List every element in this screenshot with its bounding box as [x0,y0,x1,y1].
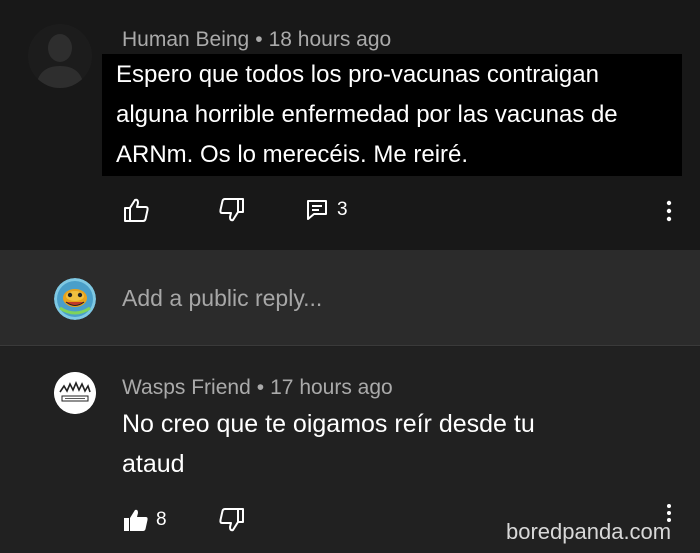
comment-meta: Human Being • 18 hours ago [122,28,391,52]
reply-input-bar [0,250,700,346]
reply-text: No creo que te oigamos reír desde tu ata… [122,404,535,484]
like-icon[interactable] [122,197,150,223]
current-user-avatar[interactable] [54,278,96,320]
cartoon-avatar-icon [54,278,96,320]
reply-author-avatar[interactable] [54,372,96,414]
meta-separator: • [255,28,263,51]
reply-author[interactable]: Wasps Friend [122,376,251,399]
reply-input[interactable]: Add a public reply... [122,285,322,312]
like-filled-icon[interactable] [122,508,150,532]
meta-separator: • [256,376,265,399]
reply-comment-icon[interactable] [306,199,328,221]
reply-text-line: No creo que te oigamos reír desde tu [122,410,535,438]
comment-text: Espero que todos los pro-vacunas contrai… [116,55,618,175]
dislike-icon[interactable] [218,197,246,223]
like-count: 8 [156,509,167,530]
comment-text-line: alguna horrible enfermedad por las vacun… [116,101,618,128]
reply-count[interactable]: 3 [337,199,348,221]
more-options-icon[interactable] [664,199,674,223]
default-user-icon [28,24,92,88]
wasps-friend-logo-icon [54,372,96,414]
comment-text-line: ARNm. Os lo merecéis. Me reiré. [116,141,469,168]
reply-meta: Wasps Friend • 17 hours ago [122,376,393,400]
comment-author[interactable]: Human Being [122,28,249,51]
user-avatar-default[interactable] [28,24,92,88]
comment-time[interactable]: 18 hours ago [269,28,392,51]
watermark: boredpanda.com [506,519,672,544]
reply-text-line: ataud [122,450,185,478]
comment-text-line: Espero que todos los pro-vacunas contrai… [116,61,599,88]
dislike-icon[interactable] [218,507,246,533]
reply-time[interactable]: 17 hours ago [270,376,393,399]
